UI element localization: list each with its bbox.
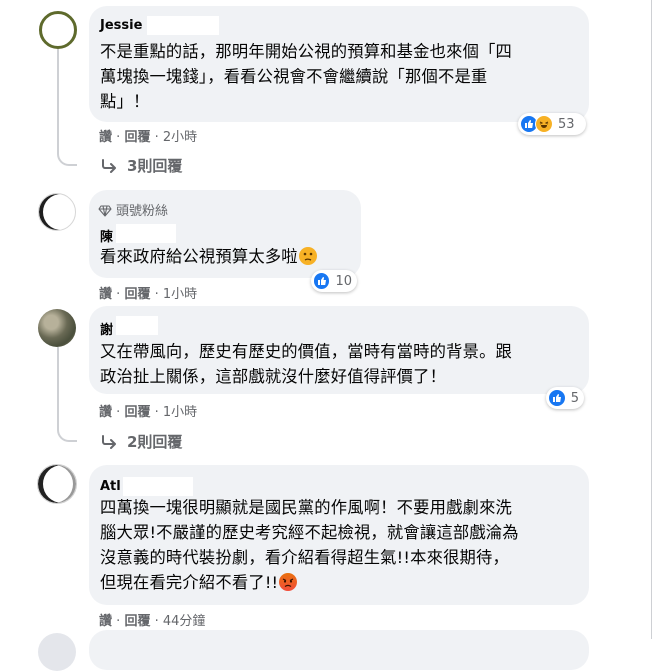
redacted-name-block — [147, 16, 219, 35]
like-icon — [548, 389, 566, 407]
badge-label: 頭號粉絲 — [116, 204, 169, 219]
comment-actions: 讚 · 回覆 · 44分鐘 — [99, 610, 205, 629]
angry-face-emoji — [279, 573, 298, 591]
like-link[interactable]: 讚 — [99, 610, 112, 629]
comment-actions: 讚 · 回覆 · 2小時 — [99, 126, 197, 145]
like-link[interactable]: 讚 — [99, 401, 112, 420]
comment-author[interactable]: Atl — [100, 479, 121, 494]
timestamp[interactable]: 1小時 — [163, 401, 197, 420]
separator: · — [154, 614, 159, 629]
comment-text-line: 政治扯上關係，這部戲就沒什麼好值得評價了！ — [100, 367, 447, 386]
haha-icon — [535, 115, 553, 133]
thread-connector — [57, 146, 77, 166]
replies-count-label[interactable]: 2則回覆 — [127, 431, 182, 452]
reply-link[interactable]: 回覆 — [124, 126, 150, 145]
comment-bubble: Atl 四萬換一塊很明顯就是國民黨的作風啊！不要用戲劇來洗 腦大眾!不嚴謹的歷史… — [89, 465, 589, 605]
view-replies-link[interactable]: 3則回覆 — [101, 155, 182, 176]
reaction-count: 53 — [558, 116, 575, 132]
timestamp[interactable]: 1小時 — [163, 283, 197, 302]
redacted-name-block — [123, 477, 193, 496]
comment-text-line: 萬塊換一塊錢」，看看公視會不會繼續說「那個不是重 — [100, 67, 488, 86]
comment-bubble — [89, 630, 589, 670]
comment-text-line: 四萬換一塊很明顯就是國民黨的作風啊！不要用戲劇來洗 — [100, 498, 513, 517]
comment-text: 但現在看完介紹不看了!! — [100, 573, 279, 592]
comment-actions: 讚 · 回覆 · 1小時 — [99, 283, 197, 302]
comment-author[interactable]: 陳 — [100, 226, 113, 245]
separator: · — [154, 287, 159, 302]
comment-bubble: 謝 又在帶風向，歷史有歷史的價值，當時有當時的背景。跟 政治扯上關係，這部戲就沒… — [89, 306, 589, 394]
redacted-name-block — [116, 224, 176, 243]
like-link[interactable]: 讚 — [99, 126, 112, 145]
diamond-icon — [98, 205, 112, 217]
separator: · — [154, 405, 159, 420]
separator: · — [116, 614, 121, 629]
reaction-summary[interactable]: 53 — [518, 113, 586, 135]
comment-author[interactable]: 謝 — [100, 319, 113, 338]
comment-text-line: 但現在看完介紹不看了!! — [100, 570, 298, 595]
comment-text-line: 不是重點的話，那明年開始公視的預算和基金也來個「四 — [100, 42, 513, 61]
top-fan-badge[interactable]: 頭號粉絲 — [98, 200, 168, 219]
like-link[interactable]: 讚 — [99, 283, 112, 302]
comment-text-line: 看來政府給公視預算太多啦 — [100, 244, 317, 269]
comment-text: 看來政府給公視預算太多啦 — [100, 247, 298, 266]
separator: · — [116, 405, 121, 420]
comment-text-line: 又在帶風向，歷史有歷史的價值，當時有當時的背景。跟 — [100, 342, 513, 361]
avatar[interactable] — [37, 464, 77, 504]
reply-link[interactable]: 回覆 — [124, 283, 150, 302]
reaction-summary[interactable]: 10 — [311, 270, 357, 292]
comment-text-line: 腦大眾!不嚴謹的歷史考究經不起檢視，就會讓這部戲淪為 — [100, 523, 519, 542]
timestamp[interactable]: 2小時 — [163, 126, 197, 145]
thread-line — [57, 49, 59, 153]
confused-face-emoji — [298, 247, 317, 265]
redacted-name-block — [116, 316, 158, 335]
reply-link[interactable]: 回覆 — [124, 610, 150, 629]
timestamp[interactable]: 44分鐘 — [163, 610, 206, 629]
reaction-count: 5 — [570, 390, 579, 406]
reply-arrow-icon — [102, 434, 116, 449]
comment-text-line: 點」！ — [100, 92, 150, 111]
panel-right-border — [651, 0, 652, 639]
reply-link[interactable]: 回覆 — [124, 401, 150, 420]
comment-author[interactable]: Jessie — [100, 18, 142, 33]
reaction-summary[interactable]: 5 — [546, 387, 584, 409]
comment-actions: 讚 · 回覆 · 1小時 — [99, 401, 197, 420]
like-icon — [313, 272, 331, 290]
avatar[interactable] — [38, 309, 76, 347]
comment-bubble: Jessie 不是重點的話，那明年開始公視的預算和基金也來個「四 萬塊換一塊錢」… — [89, 6, 589, 122]
reaction-count: 10 — [335, 273, 352, 289]
separator: · — [116, 130, 121, 145]
avatar[interactable] — [39, 11, 77, 49]
thread-line — [57, 347, 59, 430]
replies-count-label[interactable]: 3則回覆 — [127, 155, 182, 176]
thread-connector — [57, 422, 77, 442]
avatar[interactable] — [38, 193, 76, 231]
reply-arrow-icon — [102, 158, 116, 173]
comment-text-line: 沒意義的時代裝扮劇，看介紹看得超生氣!!本來很期待， — [100, 548, 510, 567]
view-replies-link[interactable]: 2則回覆 — [101, 431, 182, 452]
separator: · — [154, 130, 159, 145]
separator: · — [116, 287, 121, 302]
